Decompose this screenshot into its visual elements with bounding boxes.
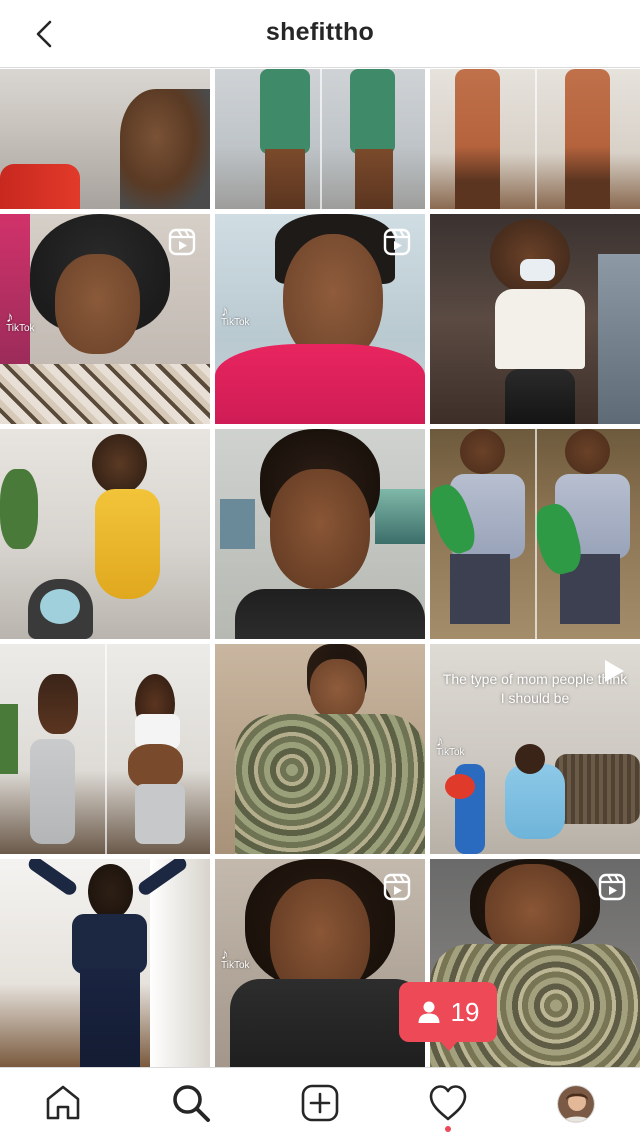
post-tile[interactable]: ♪ TikTok [215, 214, 425, 424]
reels-icon [383, 228, 411, 256]
nav-home-button[interactable] [43, 1083, 83, 1123]
post-tile[interactable] [430, 214, 640, 424]
nav-profile-avatar[interactable] [557, 1085, 595, 1123]
post-tile[interactable] [0, 429, 210, 639]
tiktok-watermark: ♪ TikTok [221, 303, 250, 328]
profile-username-title: shefittho [265, 18, 375, 46]
home-icon [46, 1085, 80, 1120]
new-followers-count: 19 [450, 996, 480, 1027]
post-tile[interactable] [430, 429, 640, 639]
search-icon [173, 1085, 210, 1122]
reels-icon [598, 873, 626, 901]
post-tile[interactable] [0, 859, 210, 1067]
post-tile[interactable] [215, 69, 425, 209]
reels-icon [168, 228, 196, 256]
post-tile[interactable] [430, 69, 640, 209]
activity-notification-dot [445, 1126, 451, 1132]
nav-activity-button[interactable] [428, 1083, 468, 1123]
nav-create-button[interactable] [300, 1083, 340, 1123]
post-tile[interactable]: ♪ TikTok [0, 214, 210, 424]
post-tile[interactable] [0, 69, 210, 209]
badge-pointer [440, 1041, 458, 1051]
plus-square-icon [301, 1084, 339, 1122]
avatar [558, 1086, 594, 1122]
post-tile[interactable] [215, 644, 425, 854]
post-tile[interactable]: ♪ TikTok [215, 859, 425, 1067]
heart-icon [429, 1085, 467, 1121]
play-icon [605, 660, 624, 682]
tiktok-watermark: ♪ TikTok [221, 946, 250, 971]
post-tile[interactable]: The type of mom people think I should be… [430, 644, 640, 854]
tiktok-watermark: ♪ TikTok [436, 733, 465, 758]
reels-icon [383, 873, 411, 901]
tiktok-watermark: ♪ TikTok [6, 309, 35, 334]
bottom-navigation [0, 1067, 640, 1138]
person-icon [418, 1001, 440, 1023]
post-grid: ♪ TikTok ♪ TikTok The type of mom people… [0, 69, 640, 1067]
top-bar: shefittho [0, 0, 640, 68]
post-tile[interactable] [0, 644, 210, 854]
post-tile[interactable] [215, 429, 425, 639]
new-followers-badge[interactable]: 19 [399, 982, 497, 1051]
nav-search-button[interactable] [171, 1083, 211, 1123]
